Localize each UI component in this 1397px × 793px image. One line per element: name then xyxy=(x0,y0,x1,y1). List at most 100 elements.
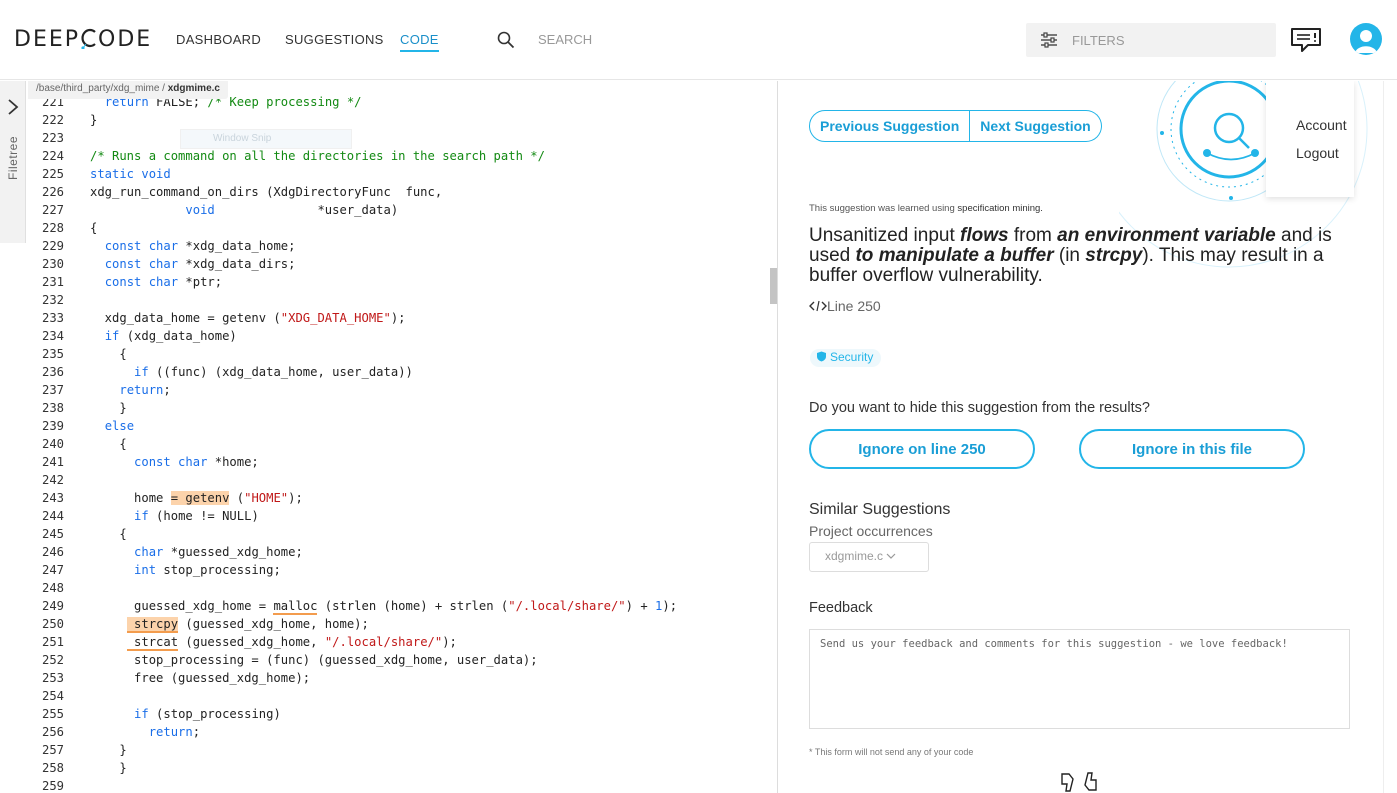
code-line[interactable]: 233 xdg_data_home = getenv ("XDG_DATA_HO… xyxy=(26,309,771,327)
line-number[interactable]: 247 xyxy=(26,561,64,579)
code-line[interactable]: 223 xyxy=(26,129,771,147)
code-line[interactable]: 256 return; xyxy=(26,723,771,741)
code-scrollbar[interactable] xyxy=(770,268,777,304)
code-line[interactable]: 255 if (stop_processing) xyxy=(26,705,771,723)
code-line[interactable]: 227 void *user_data) xyxy=(26,201,771,219)
code-line[interactable]: 245 { xyxy=(26,525,771,543)
code-line[interactable]: 236 if ((func) (xdg_data_home, user_data… xyxy=(26,363,771,381)
line-number[interactable]: 250 xyxy=(26,615,64,633)
code-viewer[interactable]: 221 return FALSE; /* Keep processing */2… xyxy=(26,93,771,793)
code-line[interactable]: 250 strcpy (guessed_xdg_home, home); xyxy=(26,615,771,633)
ignore-file-button[interactable]: Ignore in this file xyxy=(1079,429,1305,469)
line-number[interactable]: 230 xyxy=(26,255,64,273)
nav-code[interactable]: CODE xyxy=(400,32,439,52)
line-number[interactable]: 237 xyxy=(26,381,64,399)
code-line[interactable]: 224 /* Runs a command on all the director… xyxy=(26,147,771,165)
deepcode-logo[interactable]: DEEP ODE xyxy=(14,27,152,52)
code-line[interactable]: 249 guessed_xdg_home = malloc (strlen (h… xyxy=(26,597,771,615)
line-number[interactable]: 239 xyxy=(26,417,64,435)
code-line[interactable]: 244 if (home != NULL) xyxy=(26,507,771,525)
account-menu-item[interactable]: Account xyxy=(1296,117,1347,133)
nav-dashboard[interactable]: DASHBOARD xyxy=(176,32,261,47)
code-line[interactable]: 238 } xyxy=(26,399,771,417)
code-line[interactable]: 228 { xyxy=(26,219,771,237)
line-number[interactable]: 255 xyxy=(26,705,64,723)
code-line[interactable]: 230 const char *xdg_data_dirs; xyxy=(26,255,771,273)
next-suggestion-button[interactable]: Next Suggestion xyxy=(970,110,1102,142)
code-line[interactable]: 247 int stop_processing; xyxy=(26,561,771,579)
line-number[interactable]: 241 xyxy=(26,453,64,471)
line-number[interactable]: 223 xyxy=(26,129,64,147)
line-number[interactable]: 222 xyxy=(26,111,64,129)
line-number[interactable]: 228 xyxy=(26,219,64,237)
filters-input[interactable] xyxy=(1066,27,1266,53)
line-number[interactable]: 249 xyxy=(26,597,64,615)
code-line[interactable]: 258 } xyxy=(26,759,771,777)
code-line[interactable]: 239 else xyxy=(26,417,771,435)
line-number[interactable]: 229 xyxy=(26,237,64,255)
thumbs-vote-icon[interactable] xyxy=(1059,771,1099,793)
line-number[interactable]: 257 xyxy=(26,741,64,759)
panel-scrollbar[interactable] xyxy=(1383,81,1397,793)
line-number[interactable]: 248 xyxy=(26,579,64,597)
code-line[interactable]: 243 home = getenv ("HOME"); xyxy=(26,489,771,507)
code-line[interactable]: 226 xdg_run_command_on_dirs (XdgDirectory… xyxy=(26,183,771,201)
line-number[interactable]: 251 xyxy=(26,633,64,651)
line-number[interactable]: 254 xyxy=(26,687,64,705)
line-number[interactable]: 232 xyxy=(26,291,64,309)
code-line[interactable]: 253 free (guessed_xdg_home); xyxy=(26,669,771,687)
line-number[interactable]: 244 xyxy=(26,507,64,525)
line-number[interactable]: 227 xyxy=(26,201,64,219)
line-number[interactable]: 231 xyxy=(26,273,64,291)
feedback-icon[interactable] xyxy=(1290,27,1322,53)
line-reference[interactable]: Line 250 xyxy=(809,298,881,314)
code-line[interactable]: 257 } xyxy=(26,741,771,759)
line-number[interactable]: 225 xyxy=(26,165,64,183)
line-number[interactable]: 246 xyxy=(26,543,64,561)
line-number[interactable]: 224 xyxy=(26,147,64,165)
code-line[interactable]: 237 return; xyxy=(26,381,771,399)
line-number[interactable]: 256 xyxy=(26,723,64,741)
code-line[interactable]: 234 if (xdg_data_home) xyxy=(26,327,771,345)
line-number[interactable]: 252 xyxy=(26,651,64,669)
line-number[interactable]: 233 xyxy=(26,309,64,327)
nav-suggestions[interactable]: SUGGESTIONS xyxy=(285,32,384,47)
code-line[interactable]: 252 stop_processing = (func) (guessed_xd… xyxy=(26,651,771,669)
ignore-line-button[interactable]: Ignore on line 250 xyxy=(809,429,1035,469)
line-number[interactable]: 235 xyxy=(26,345,64,363)
code-line[interactable]: 240 { xyxy=(26,435,771,453)
line-number[interactable]: 245 xyxy=(26,525,64,543)
user-avatar-icon[interactable] xyxy=(1350,23,1382,55)
code-line[interactable]: 251 strcat (guessed_xdg_home, "/.local/s… xyxy=(26,633,771,651)
code-line[interactable]: 231 const char *ptr; xyxy=(26,273,771,291)
line-number[interactable]: 234 xyxy=(26,327,64,345)
code-line[interactable]: 241 const char *home; xyxy=(26,453,771,471)
line-number[interactable]: 259 xyxy=(26,777,64,793)
logout-menu-item[interactable]: Logout xyxy=(1296,145,1339,161)
line-number[interactable]: 238 xyxy=(26,399,64,417)
line-number[interactable]: 226 xyxy=(26,183,64,201)
code-line[interactable]: 225 static void xyxy=(26,165,771,183)
code-line[interactable]: 259 xyxy=(26,777,771,793)
line-number[interactable]: 253 xyxy=(26,669,64,687)
filters-box[interactable] xyxy=(1026,23,1276,57)
line-number[interactable]: 236 xyxy=(26,363,64,381)
code-line[interactable]: 232 xyxy=(26,291,771,309)
line-number[interactable]: 258 xyxy=(26,759,64,777)
search-input[interactable] xyxy=(530,26,730,52)
line-number[interactable]: 242 xyxy=(26,471,64,489)
code-line[interactable]: 248 xyxy=(26,579,771,597)
feedback-textarea[interactable] xyxy=(809,629,1350,729)
search-icon[interactable] xyxy=(497,31,515,49)
code-line[interactable]: 242 xyxy=(26,471,771,489)
filetree-toggle[interactable]: Filetree xyxy=(0,81,26,243)
code-line[interactable]: 229 const char *xdg_data_home; xyxy=(26,237,771,255)
occurrences-dropdown[interactable]: xdgmime.c xyxy=(809,542,929,572)
code-line[interactable]: 222} xyxy=(26,111,771,129)
previous-suggestion-button[interactable]: Previous Suggestion xyxy=(809,110,971,142)
code-line[interactable]: 246 char *guessed_xdg_home; xyxy=(26,543,771,561)
line-number[interactable]: 243 xyxy=(26,489,64,507)
code-line[interactable]: 254 xyxy=(26,687,771,705)
code-line[interactable]: 235 { xyxy=(26,345,771,363)
line-number[interactable]: 240 xyxy=(26,435,64,453)
